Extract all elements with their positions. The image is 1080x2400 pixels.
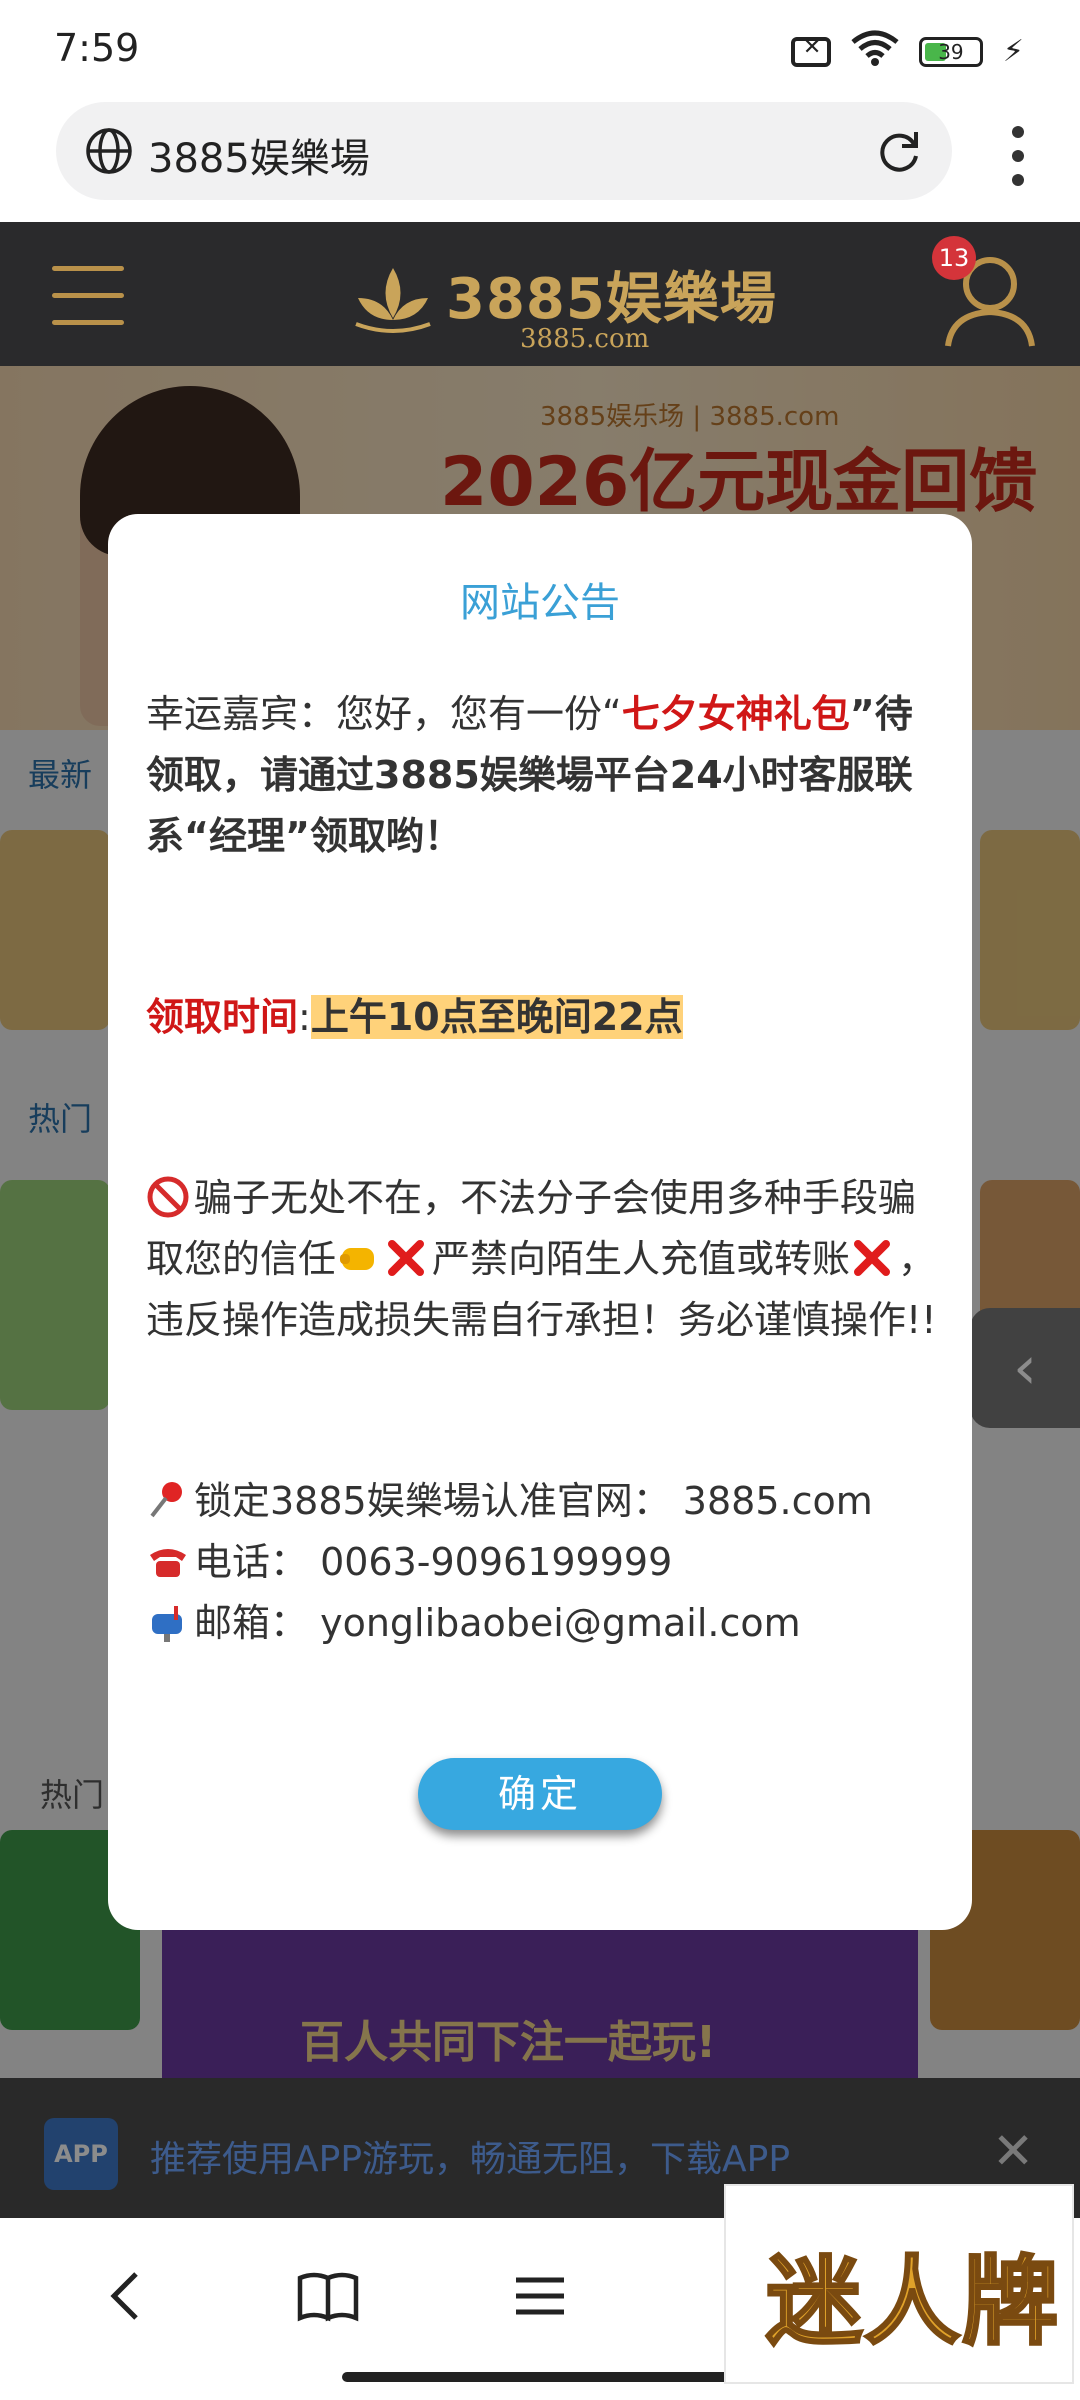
status-bar: 7:59 39 ⚡: [0, 0, 1080, 96]
email-text[interactable]: 邮箱： yonglibaobei@gmail.com: [194, 1601, 801, 1645]
official-site-text[interactable]: 锁定3885娱樂場认准官网： 3885.com: [194, 1479, 873, 1523]
browser-menu-icon[interactable]: [1008, 126, 1028, 186]
greeting-paragraph: 幸运嘉宾：您好，您有一份“七夕女神礼包”待领取，请通过3885娱樂場平台24小时…: [146, 684, 938, 867]
gift-name: 七夕女神礼包: [621, 692, 850, 736]
battery-icon: 39: [918, 36, 983, 67]
warning-paragraph: 骗子无处不在，不法分子会使用多种手段骗取您的信任 严禁向陌生人充值或转账 ，违反操作…: [146, 1168, 938, 1351]
home-indicator[interactable]: [342, 2372, 738, 2382]
dialog-title: 网站公告: [460, 580, 620, 626]
status-icons: 39 ⚡: [790, 30, 1024, 73]
url-field[interactable]: 3885娱樂場: [56, 102, 952, 200]
notification-badge: 13: [932, 236, 976, 280]
fist-icon: [340, 1248, 375, 1270]
greeting-prefix: 幸运嘉宾：您好，您有一份“: [146, 692, 622, 736]
globe-icon: [86, 128, 132, 174]
bookmarks-icon[interactable]: [296, 2264, 360, 2328]
claim-time-label: 领取时间: [146, 995, 299, 1039]
reload-icon[interactable]: [874, 126, 924, 176]
cross-mark-icon: [854, 1240, 891, 1276]
telephone-icon: [150, 1549, 186, 1577]
pushpin-icon: [150, 1482, 182, 1518]
charging-icon: ⚡: [1002, 34, 1024, 69]
battery-level: 39: [938, 39, 964, 64]
confirm-button[interactable]: 确定: [418, 1758, 662, 1830]
no-sim-icon: [790, 35, 831, 67]
cross-mark-icon: [388, 1240, 425, 1276]
logo-name: 3885娱樂場: [446, 267, 777, 332]
claim-time-separator: :: [298, 995, 311, 1039]
site-logo[interactable]: 3885娱樂場 3885.com: [340, 240, 776, 354]
phone-text[interactable]: 电话： 0063-9096199999: [194, 1540, 672, 1584]
phone-line: 电话： 0063-9096199999: [146, 1532, 938, 1593]
wifi-icon: [851, 30, 899, 73]
warning-text-2: 严禁向陌生人充值或转账: [432, 1237, 851, 1281]
status-time: 7:59: [54, 26, 140, 70]
claim-time-line: 领取时间:上午10点至晚间22点: [146, 987, 938, 1048]
logo-domain: 3885.com: [520, 324, 650, 354]
dialog-body: 幸运嘉宾：您好，您有一份“七夕女神礼包”待领取，请通过3885娱樂場平台24小时…: [146, 684, 938, 1654]
prohibited-icon: [147, 1176, 189, 1218]
lotus-logo-icon: [355, 268, 431, 333]
back-icon[interactable]: [96, 2264, 160, 2328]
site-header: 3885娱樂場 3885.com 13: [0, 222, 1080, 366]
watermark: 迷人牌: [724, 2184, 1074, 2384]
official-site-line: 锁定3885娱樂場认准官网： 3885.com: [146, 1471, 938, 1532]
menu-icon[interactable]: [508, 2264, 572, 2328]
mailbox-icon: [152, 1606, 182, 1642]
claim-time-value: 上午10点至晚间22点: [310, 995, 683, 1039]
browser-address-bar: 3885娱樂場: [0, 96, 1080, 222]
url-text: 3885娱樂場: [148, 136, 370, 182]
watermark-text: 迷人牌: [765, 2245, 1060, 2360]
hamburger-menu-icon[interactable]: [52, 266, 124, 347]
announcement-dialog: 网站公告 幸运嘉宾：您好，您有一份“七夕女神礼包”待领取，请通过3885娱樂場平…: [108, 514, 972, 1930]
email-line: 邮箱： yonglibaobei@gmail.com: [146, 1593, 938, 1654]
